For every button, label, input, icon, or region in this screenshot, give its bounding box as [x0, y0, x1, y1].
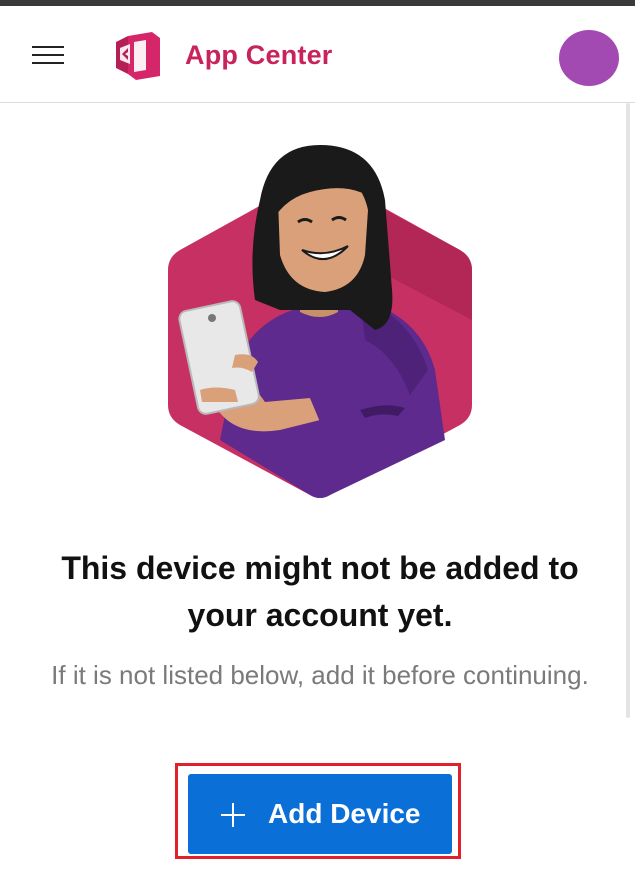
scrollbar[interactable]	[626, 103, 630, 718]
hamburger-icon[interactable]	[28, 42, 68, 68]
add-device-button[interactable]: Add Device	[188, 774, 452, 854]
avatar[interactable]	[559, 30, 619, 86]
plus-icon	[221, 803, 245, 827]
app-header: App Center	[0, 6, 635, 103]
add-device-label: Add Device	[268, 798, 421, 829]
person-holding-phone-illustration	[168, 145, 472, 498]
brand-title: App Center	[185, 40, 333, 70]
headline: This device might not be added to your a…	[61, 550, 579, 633]
app-center-logo-icon	[116, 32, 160, 80]
subtext: If it is not listed below, add it before…	[51, 660, 589, 690]
